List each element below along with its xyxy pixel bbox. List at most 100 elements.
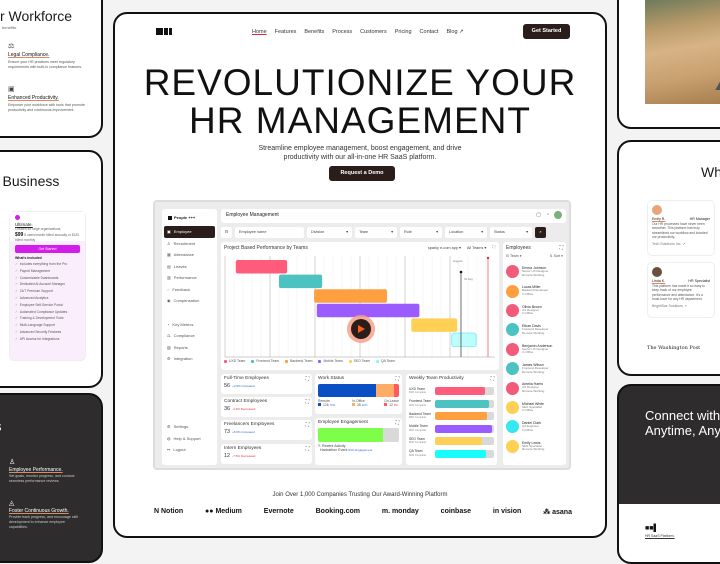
- list-item[interactable]: Ethan Davis Frontend Developer Remote Work…: [506, 320, 563, 339]
- feature-desc: Ensure your HR practices meet regulatory…: [8, 60, 83, 69]
- gantt-bar-qa-team: [451, 332, 477, 347]
- features-card: res ♙ Employee Performance. Set goals, m…: [0, 393, 103, 563]
- expand-icon[interactable]: ⛶: [306, 422, 309, 428]
- productivity-row: Backend Team 88% Complete: [409, 410, 494, 423]
- expand-icon[interactable]: ⛶: [306, 446, 309, 452]
- employee-search-input[interactable]: Employee name: [235, 227, 304, 238]
- list-item[interactable]: Daniel Clark QA Engineer In Office: [506, 417, 563, 436]
- sidebar-item-logout[interactable]: ↦ Logout: [162, 444, 217, 456]
- plan-get-started-button[interactable]: Get Started: [15, 245, 80, 253]
- productivity-row: Frontend Team 92% Complete: [409, 398, 494, 411]
- gantt-bar-frontend-team: [279, 274, 323, 289]
- sidebar-item-help-support[interactable]: ◍ Help & Support: [162, 433, 217, 445]
- expand-icon[interactable]: ⛶: [491, 376, 494, 382]
- plan-feature-label: 24/7 Premium Support: [19, 289, 53, 294]
- sidebar-item-leaves[interactable]: ▤ Leaves: [162, 261, 217, 273]
- search-button[interactable]: ⌕: [535, 227, 546, 238]
- list-item[interactable]: James Wilson Frontend Developer Remote Wor…: [506, 359, 563, 378]
- stat-label: Contract Employees: [224, 399, 268, 405]
- nav-link-customers[interactable]: Customers: [360, 29, 387, 35]
- location-dropdown[interactable]: Location ▾: [445, 227, 487, 238]
- role-dropdown[interactable]: Role ▾: [400, 227, 442, 238]
- productivity-label: Mobile Team 96% Complete: [409, 424, 433, 432]
- sort-button[interactable]: ⇅ Sort ▾: [550, 254, 563, 258]
- feature-title: Foster Continuous Growth.: [9, 508, 69, 514]
- work-status-value: 126 72%: [318, 403, 335, 407]
- division-dropdown[interactable]: Division ▾: [307, 227, 352, 238]
- gantt-bar-mobile-team: [316, 303, 420, 318]
- nav-link-pricing[interactable]: Pricing: [395, 29, 412, 35]
- expand-icon[interactable]: ⛶: [396, 420, 399, 426]
- testimonial-quote: This platform has made it so easy to kee…: [652, 284, 705, 301]
- stat-card: Intern Employees ⛶ 12 -7.5% Decreased: [221, 443, 312, 464]
- nav-link-blog[interactable]: Blog ↗: [447, 29, 464, 35]
- sidebar-item-integration[interactable]: ⚙ Integration: [162, 353, 217, 365]
- team-filter[interactable]: ⊟ Team ▾: [506, 254, 522, 258]
- list-item[interactable]: Michael White SEO Specialist In Office: [506, 398, 563, 417]
- nav-link-contact[interactable]: Contact: [420, 29, 439, 35]
- sidebar-item-compliance[interactable]: ⚖ Compliance: [162, 330, 217, 342]
- user-avatar[interactable]: [554, 211, 562, 219]
- get-started-button[interactable]: Get Started: [523, 24, 570, 39]
- chat-icon[interactable]: ▢: [536, 212, 541, 218]
- performance-icon: ▥: [167, 275, 171, 280]
- plan-feature-label: Advanced Analytics: [19, 295, 49, 300]
- stat-value-row: 36 -4.3% Decreased: [224, 406, 309, 412]
- engagement-fill: [318, 428, 383, 442]
- legend-item: SEO Team: [348, 359, 370, 363]
- workforce-benefits-card: r Workforce benefits. ⚖ Legal Compliance…: [0, 0, 103, 138]
- team-dropdown[interactable]: Team ▾: [355, 227, 397, 238]
- filter-toggle-icon[interactable]: ⊟: [221, 227, 232, 238]
- expand-icon[interactable]: ⛶: [396, 376, 399, 382]
- price-note: 8 users/month billed annually or $120 bi…: [15, 233, 80, 242]
- panel-title: Employee Engagement: [318, 420, 368, 425]
- list-item[interactable]: Lucas Miller Backend Developer In Office: [506, 281, 563, 300]
- sidebar-item-performance[interactable]: ▥ Performance: [162, 272, 217, 284]
- engagement-bar: [318, 428, 399, 442]
- help-support-icon: ◍: [167, 435, 171, 441]
- feature-title: Employee Performance.: [9, 467, 63, 473]
- today-marker-dot: [459, 270, 463, 274]
- nav-link-process[interactable]: Process: [332, 29, 352, 35]
- brand-logo[interactable]: [156, 28, 172, 35]
- work-status-item: On-Leave 12 6%: [384, 399, 399, 407]
- legend-swatch: [318, 403, 321, 406]
- employee-engagement-panel: Employee Engagement ⛶ ✎ Recent Activity H…: [315, 418, 402, 465]
- legend-label: QA Team: [380, 359, 395, 363]
- feature-desc: Set goals, monitor progress, and conduct…: [9, 474, 75, 483]
- stat-value: 36: [224, 406, 231, 413]
- productivity-row: UXD Team 84% Complete: [409, 385, 494, 398]
- nav-link-benefits[interactable]: Benefits: [304, 29, 324, 35]
- productivity-track: [435, 424, 494, 433]
- request-demo-button[interactable]: Request a Demo: [329, 166, 395, 181]
- sidebar-item-settings[interactable]: ⚙ Settings: [162, 421, 217, 433]
- expand-icon[interactable]: ⛶: [559, 245, 563, 251]
- status-dropdown[interactable]: Status ▾: [490, 227, 532, 238]
- sidebar-item-label: Attendance: [173, 252, 195, 257]
- sidebar-item-recruitment[interactable]: ♙ Recruitment: [162, 238, 217, 250]
- list-item[interactable]: Olivia Brown UX Designer In Office: [506, 301, 563, 320]
- list-item[interactable]: Benjamin Anderson Senior UX Designer In Of…: [506, 340, 563, 359]
- expand-icon[interactable]: ⛶: [306, 376, 309, 382]
- testimonial-company-link[interactable]: BrightStar Solutions ↗: [652, 304, 710, 308]
- nav-link-home[interactable]: Home: [252, 29, 267, 35]
- expand-icon[interactable]: ⛶: [306, 399, 309, 405]
- nav-link-features[interactable]: Features: [275, 29, 297, 35]
- testimonial-company-link[interactable]: Tech Solutions Inc. ↗: [652, 242, 710, 246]
- gantt-legend: UXD Team Frontend Team Backend Team Mobile …: [224, 359, 395, 363]
- sidebar-item-key-metrics[interactable]: ◔ Key Metrics: [162, 319, 217, 331]
- notification-icon[interactable]: ◔: [546, 212, 549, 218]
- list-item[interactable]: Amelia Harris UX Designer Remote Working: [506, 378, 563, 397]
- sidebar-item-feedback[interactable]: ◌ Feedback: [162, 284, 217, 296]
- list-item[interactable]: Emma Johnson Senior UX Designer Remote Wor…: [506, 262, 563, 281]
- list-item[interactable]: Emily Lewis SEO Specialist Remote Working: [506, 437, 563, 456]
- sidebar-item-label: Integration: [173, 356, 193, 361]
- sidebar-item-attendance[interactable]: ▦ Attendance: [162, 249, 217, 261]
- sidebar-item-label: Employee: [173, 229, 192, 234]
- sidebar-item-employee[interactable]: ▣ Employee: [164, 226, 215, 238]
- sidebar-item-reports[interactable]: ▨ Reports: [162, 342, 217, 354]
- photo-card: [617, 0, 720, 129]
- productivity-row: Mobile Team 96% Complete: [409, 423, 494, 436]
- sidebar-item-compensation[interactable]: ◉ Compensation: [162, 295, 217, 307]
- compliance-icon: ⚖: [167, 333, 171, 338]
